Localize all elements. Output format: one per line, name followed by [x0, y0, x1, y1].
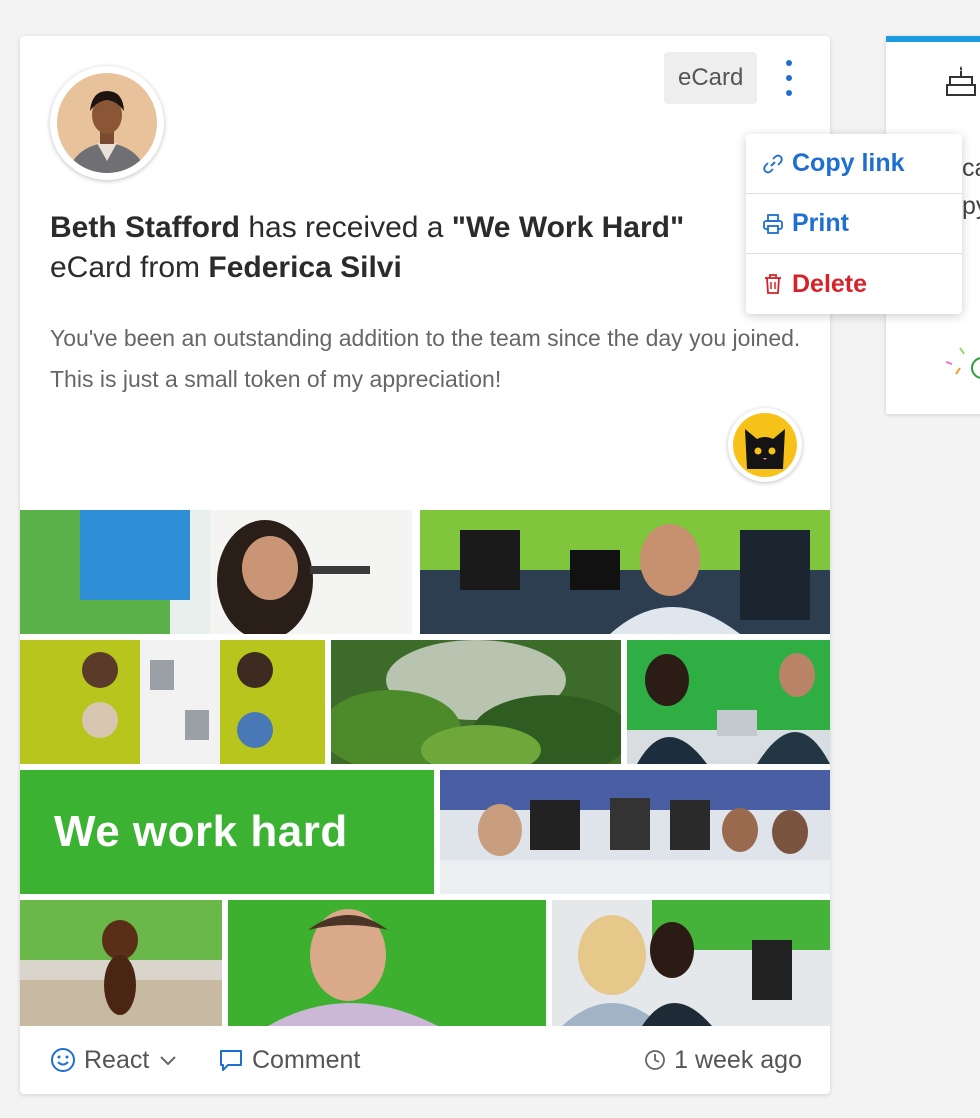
- headline-text-2: eCard from: [50, 251, 209, 284]
- side-card-text-1: ca: [962, 154, 980, 182]
- kebab-menu-icon[interactable]: [776, 56, 802, 100]
- print-menu-item[interactable]: Print: [746, 194, 962, 254]
- collage-photo-dog: [20, 900, 222, 1026]
- confetti-icon: [945, 347, 980, 379]
- delete-label: Delete: [792, 269, 868, 298]
- collage-photo-plants: [331, 640, 621, 764]
- collage-photo-meeting-overhead: [20, 640, 325, 764]
- post-timestamp: 1 week ago: [644, 1026, 802, 1094]
- link-icon: [763, 154, 783, 173]
- ecard-name: "We Work Hard": [451, 211, 685, 244]
- comment-button[interactable]: Comment: [218, 1026, 360, 1094]
- ecard-image[interactable]: We work hard: [20, 510, 830, 1026]
- sender-sticker-avatar[interactable]: [728, 408, 802, 482]
- collage-photo-open-office: [440, 770, 830, 894]
- collage-banner: We work hard: [20, 770, 434, 894]
- clock-icon: [645, 1050, 666, 1070]
- side-card-text-2: py: [962, 192, 980, 220]
- collage-photo-laptop-pair: [627, 640, 830, 764]
- smiley-icon: [51, 1048, 75, 1072]
- chevron-down-icon: [160, 1056, 177, 1066]
- collage-photo-office-desk: [420, 510, 830, 634]
- post-message: You've been an outstanding addition to t…: [50, 325, 801, 392]
- react-button[interactable]: React: [50, 1026, 179, 1094]
- ecard-post: eCard Beth Stafford has received a "We W…: [20, 36, 830, 1094]
- print-label: Print: [792, 209, 849, 237]
- collage-photo-team-laptop: [552, 900, 830, 1026]
- printer-icon: [763, 213, 783, 234]
- cake-icon: [946, 66, 976, 96]
- post-options-menu: Copy link Print Delete: [746, 134, 962, 314]
- comment-label: Comment: [252, 1045, 361, 1074]
- timestamp-text: 1 week ago: [674, 1045, 802, 1074]
- post-headline: Beth Stafford has received a "We Work Ha…: [50, 208, 780, 288]
- ecard-tag: eCard: [664, 52, 758, 104]
- comment-icon: [220, 1050, 242, 1071]
- collage-photo-thinking: [228, 900, 546, 1026]
- headline-text: has received a: [240, 211, 452, 244]
- collage-photo-whiteboard: [20, 510, 412, 634]
- recipient-name[interactable]: Beth Stafford: [50, 211, 240, 244]
- sender-name[interactable]: Federica Silvi: [208, 251, 401, 284]
- recipient-avatar[interactable]: [50, 66, 164, 180]
- copy-link-menu-item[interactable]: Copy link: [746, 134, 962, 194]
- delete-menu-item[interactable]: Delete: [746, 254, 962, 314]
- trash-icon: [765, 274, 781, 294]
- post-footer: React Comment 1 week ago: [20, 1026, 830, 1094]
- react-label: React: [84, 1045, 150, 1074]
- copy-link-label: Copy link: [792, 149, 905, 177]
